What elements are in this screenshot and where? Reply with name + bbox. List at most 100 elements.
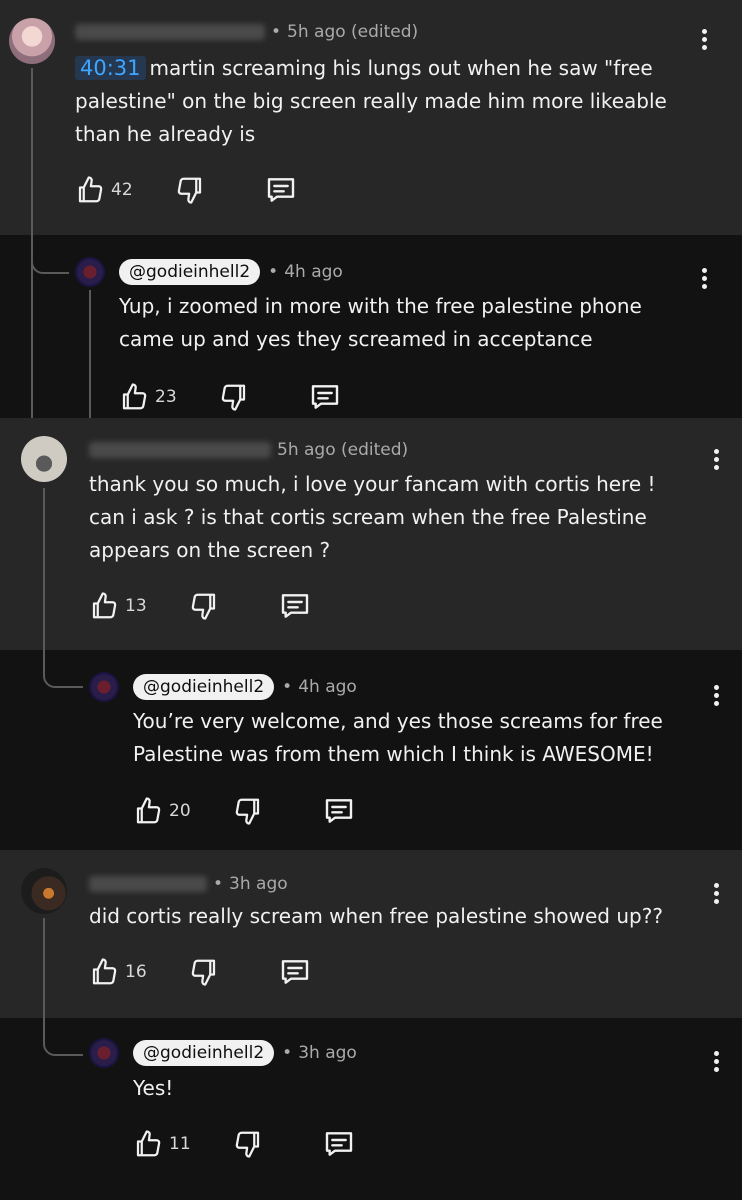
comment-meta: • 5h ago (edited) [75, 22, 418, 42]
dislike-button[interactable] [233, 795, 263, 827]
comment-thread-2: 5h ago (edited) thank you so much, i lov… [0, 418, 742, 650]
reply-meta: @godieinhell2 • 3h ago [133, 1040, 357, 1066]
comment-icon [281, 960, 308, 984]
like-count: 23 [155, 387, 177, 407]
reply-meta: @godieinhell2 • 4h ago [119, 259, 343, 285]
thumbs-down-icon [235, 1131, 259, 1158]
more-options-button[interactable] [694, 26, 714, 54]
reply-actions: 20 [133, 795, 355, 827]
commenter-name-redacted[interactable] [89, 876, 207, 892]
reply-button[interactable] [323, 1128, 355, 1160]
thumbs-down-icon [191, 959, 215, 986]
comment-thread-3: • 3h ago did cortis really scream when f… [0, 850, 742, 1018]
reply-button[interactable] [265, 174, 297, 206]
more-vert-icon [701, 29, 707, 34]
reply-button[interactable] [279, 590, 311, 622]
comment-text: thank you so much, i love your fancam wi… [89, 472, 656, 562]
like-button[interactable]: 11 [133, 1128, 191, 1160]
more-options-button[interactable] [694, 265, 714, 293]
commenter-avatar[interactable] [21, 436, 67, 482]
comment-icon [325, 1132, 352, 1156]
comment-thread-1: • 5h ago (edited) 40:31 martin screaming … [0, 0, 742, 235]
dislike-button[interactable] [233, 1128, 263, 1160]
reply-time: 3h ago [298, 1043, 357, 1063]
thumbs-up-icon [122, 383, 147, 410]
like-count: 13 [125, 596, 147, 616]
reply-button[interactable] [309, 381, 341, 413]
thread-line [89, 290, 91, 418]
thumbs-down-icon [191, 593, 215, 620]
thumbs-down-icon [221, 384, 245, 411]
like-button[interactable]: 23 [119, 381, 177, 413]
thumbs-up-icon [78, 176, 103, 203]
creator-handle-badge[interactable]: @godieinhell2 [133, 674, 275, 700]
dislike-button[interactable] [175, 174, 205, 206]
like-button[interactable]: 20 [133, 795, 191, 827]
comment-icon [267, 178, 294, 202]
reply-thread-3: @godieinhell2 • 3h ago Yes! 11 [0, 1018, 742, 1200]
like-count: 42 [111, 180, 133, 200]
commenter-avatar[interactable] [21, 868, 67, 914]
thread-connector [43, 1018, 83, 1056]
dislike-button[interactable] [219, 381, 249, 413]
thumbs-up-icon [92, 958, 117, 985]
comment-time: 5h ago (edited) [277, 440, 409, 460]
reply-time: 4h ago [298, 677, 357, 697]
more-vert-icon [701, 268, 707, 273]
reply-actions: 11 [133, 1128, 355, 1160]
commenter-name-redacted[interactable] [89, 442, 271, 458]
comment-time: 3h ago [229, 874, 288, 894]
replier-avatar[interactable] [75, 257, 105, 287]
like-count: 20 [169, 801, 191, 821]
more-vert-icon [713, 449, 719, 454]
thread-line [43, 488, 45, 650]
thumbs-down-icon [235, 798, 259, 825]
thumbs-down-icon [177, 177, 201, 204]
comment-icon [325, 799, 352, 823]
comment-actions: 13 [89, 590, 311, 622]
comment-time: 5h ago (edited) [287, 22, 419, 42]
reply-time: 4h ago [284, 262, 343, 282]
more-vert-icon [713, 685, 719, 690]
replier-avatar[interactable] [89, 1038, 119, 1068]
thumbs-up-icon [136, 1130, 161, 1157]
reply-actions: 23 [119, 381, 341, 413]
comment-icon [311, 385, 338, 409]
reply-meta: @godieinhell2 • 4h ago [133, 674, 357, 700]
replier-avatar[interactable] [89, 672, 119, 702]
more-options-button[interactable] [706, 880, 726, 908]
like-count: 11 [169, 1134, 191, 1154]
thumbs-up-icon [136, 797, 161, 824]
commenter-avatar[interactable] [9, 18, 55, 64]
dislike-button[interactable] [189, 956, 219, 988]
reply-thread-1: @godieinhell2 • 4h ago Yup, i zoomed in … [0, 235, 742, 418]
creator-handle-badge[interactable]: @godieinhell2 [133, 1040, 275, 1066]
more-vert-icon [713, 1051, 719, 1056]
like-count: 16 [125, 962, 147, 982]
reply-button[interactable] [279, 956, 311, 988]
comment-actions: 42 [75, 174, 297, 206]
thread-connector [43, 650, 83, 688]
commenter-name-redacted[interactable] [75, 24, 265, 40]
thumbs-up-icon [92, 592, 117, 619]
dislike-button[interactable] [189, 590, 219, 622]
reply-button[interactable] [323, 795, 355, 827]
more-options-button[interactable] [706, 446, 726, 474]
reply-thread-2: @godieinhell2 • 4h ago You’re very welco… [0, 650, 742, 850]
like-button[interactable]: 16 [89, 956, 147, 988]
video-timestamp-link[interactable]: 40:31 [75, 56, 146, 80]
creator-handle-badge[interactable]: @godieinhell2 [119, 259, 261, 285]
like-button[interactable]: 13 [89, 590, 147, 622]
reply-text: Yup, i zoomed in more with the free pale… [119, 294, 642, 351]
comment-text: martin screaming his lungs out when he s… [75, 56, 667, 146]
reply-text: You’re very welcome, and yes those screa… [133, 709, 663, 766]
comment-actions: 16 [89, 956, 311, 988]
reply-text: Yes! [133, 1076, 174, 1100]
comment-text: did cortis really scream when free pales… [89, 904, 663, 928]
thread-line [31, 68, 33, 418]
like-button[interactable]: 42 [75, 174, 133, 206]
comment-meta: 5h ago (edited) [89, 440, 408, 460]
comment-body: 40:31 martin screaming his lungs out when… [75, 52, 695, 151]
more-options-button[interactable] [706, 1048, 726, 1076]
more-options-button[interactable] [706, 682, 726, 710]
